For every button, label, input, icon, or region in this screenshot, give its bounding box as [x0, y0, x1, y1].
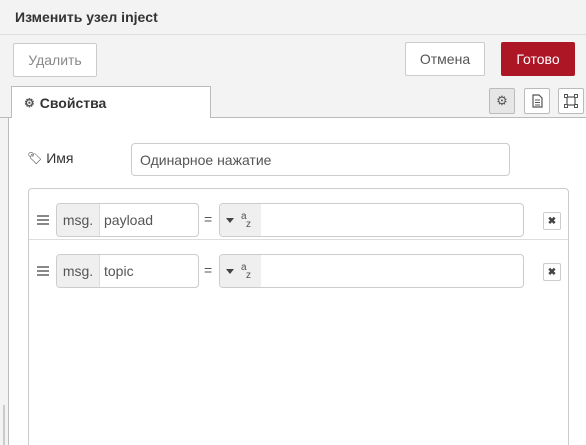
equals-sign: =	[204, 211, 213, 227]
type-selector[interactable]: az	[220, 255, 261, 287]
tray-header: Изменить узел inject	[0, 0, 586, 35]
delete-button[interactable]: Удалить	[13, 43, 97, 77]
property-value-input[interactable]: az	[219, 254, 524, 288]
caret-down-icon	[226, 217, 234, 223]
resize-handle[interactable]	[3, 405, 5, 445]
property-field: topic	[104, 263, 134, 279]
remove-row-button[interactable]: ✖	[543, 263, 561, 281]
tab-properties[interactable]: ⚙ Свойства	[11, 86, 211, 119]
remove-row-button[interactable]: ✖	[543, 212, 561, 230]
property-row: msg. payload = az ✖	[29, 189, 568, 240]
tab-properties-label: Свойства	[39, 95, 107, 111]
name-label: 🏷︎ Имя	[27, 150, 74, 166]
tray-title: Изменить узел inject	[15, 9, 158, 25]
tag-icon: 🏷︎	[27, 151, 43, 165]
name-label-text: Имя	[46, 150, 74, 166]
property-row: msg. topic = az ✖	[29, 240, 568, 290]
msg-prefix: msg.	[57, 255, 100, 287]
tab-appearance[interactable]	[558, 88, 584, 114]
properties-list: msg. payload = az ✖ msg. topic = az ✖	[28, 188, 569, 445]
type-selector[interactable]: az	[220, 204, 261, 236]
tray-toolbar: Удалить Отмена Готово	[0, 35, 586, 83]
property-key-input[interactable]: msg. payload	[56, 203, 199, 237]
tab-description[interactable]	[524, 88, 550, 114]
drag-handle-icon[interactable]	[37, 215, 49, 225]
string-az-icon: az	[241, 262, 251, 281]
drag-handle-icon[interactable]	[37, 266, 49, 276]
tabs-bar: ⚙ Свойства ⚙	[0, 83, 586, 119]
tab-settings[interactable]: ⚙	[489, 88, 515, 114]
property-field: payload	[104, 212, 154, 228]
string-az-icon: az	[241, 211, 251, 230]
gear-icon: ⚙	[496, 93, 508, 108]
property-value-input[interactable]: az	[219, 203, 524, 237]
done-button[interactable]: Готово	[501, 42, 575, 76]
document-icon	[531, 94, 543, 108]
property-key-input[interactable]: msg. topic	[56, 254, 199, 288]
gear-icon: ⚙	[24, 96, 35, 110]
caret-down-icon	[226, 268, 234, 274]
node-appearance-icon	[564, 94, 578, 108]
cancel-button[interactable]: Отмена	[405, 42, 485, 76]
name-input[interactable]	[131, 143, 510, 176]
msg-prefix: msg.	[57, 204, 100, 236]
equals-sign: =	[204, 262, 213, 278]
